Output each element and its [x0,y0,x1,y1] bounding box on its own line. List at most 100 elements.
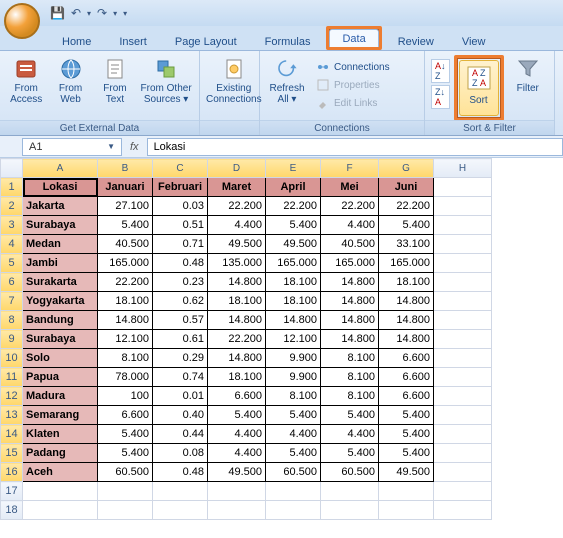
cell[interactable] [321,482,379,501]
cell[interactable]: 4.400 [321,425,379,444]
cell[interactable] [208,501,266,520]
cell[interactable] [434,178,492,197]
cell[interactable]: 0.44 [153,425,208,444]
cell[interactable]: 5.400 [266,216,321,235]
cell[interactable]: Juni [379,178,434,197]
cell[interactable] [266,482,321,501]
cell[interactable]: 14.800 [321,292,379,311]
cell[interactable]: 6.600 [379,368,434,387]
cell[interactable] [434,501,492,520]
cell[interactable]: 49.500 [208,235,266,254]
cell[interactable]: 22.200 [208,330,266,349]
cell[interactable]: 18.100 [379,273,434,292]
row-header[interactable]: 17 [1,482,23,501]
cell[interactable]: 8.100 [321,349,379,368]
cell[interactable] [98,501,153,520]
row-header[interactable]: 16 [1,463,23,482]
refresh-all-button[interactable]: Refresh All ▾ [266,55,308,107]
cell[interactable] [434,444,492,463]
qat-customize-icon[interactable]: ▾ [123,9,127,18]
row-header[interactable]: 5 [1,254,23,273]
cell[interactable]: 12.100 [98,330,153,349]
cell[interactable] [321,501,379,520]
cell[interactable] [153,482,208,501]
cell[interactable]: 14.800 [379,330,434,349]
row-header[interactable]: 2 [1,197,23,216]
cell[interactable] [434,482,492,501]
cell[interactable]: 165.000 [98,254,153,273]
cell[interactable]: 60.500 [321,463,379,482]
cell[interactable] [379,501,434,520]
sort-desc-button[interactable]: Z↓A [431,85,450,109]
cell[interactable]: 8.100 [321,368,379,387]
cell[interactable]: 14.800 [208,349,266,368]
cell[interactable]: 22.200 [208,197,266,216]
cell[interactable]: 5.400 [208,406,266,425]
cell[interactable]: 33.100 [379,235,434,254]
column-header[interactable]: H [434,159,492,178]
cell[interactable]: 14.800 [208,273,266,292]
column-header[interactable]: F [321,159,379,178]
undo-icon[interactable]: ↶ [71,6,81,20]
name-box[interactable]: A1 ▼ [22,138,122,156]
cell[interactable]: 40.500 [321,235,379,254]
cell[interactable]: 6.600 [98,406,153,425]
name-box-dropdown-icon[interactable]: ▼ [107,142,115,151]
cell[interactable]: 0.29 [153,349,208,368]
cell[interactable] [434,292,492,311]
cell[interactable]: Surakarta [23,273,98,292]
cell[interactable]: 14.800 [266,311,321,330]
column-header[interactable]: D [208,159,266,178]
row-header[interactable]: 7 [1,292,23,311]
cell[interactable] [153,501,208,520]
cell[interactable]: 78.000 [98,368,153,387]
cell[interactable]: Padang [23,444,98,463]
cell[interactable] [434,216,492,235]
cell[interactable]: 14.800 [321,330,379,349]
existing-connections-button[interactable]: Existing Connections [206,55,262,107]
cell[interactable]: Lokasi [23,178,98,197]
cell[interactable] [434,311,492,330]
cell[interactable]: 18.100 [266,292,321,311]
cell[interactable]: 49.500 [379,463,434,482]
cell[interactable]: Maret [208,178,266,197]
row-header[interactable]: 1 [1,178,23,197]
column-header[interactable]: C [153,159,208,178]
tab-formulas[interactable]: Formulas [253,33,323,50]
cell[interactable] [434,368,492,387]
cell[interactable]: 5.400 [321,444,379,463]
select-all-corner[interactable] [1,159,23,178]
cell[interactable]: 9.900 [266,368,321,387]
formula-input[interactable]: Lokasi [147,138,563,156]
cell[interactable]: 0.62 [153,292,208,311]
cell[interactable]: 4.400 [208,425,266,444]
cell[interactable]: Februari [153,178,208,197]
cell[interactable] [434,387,492,406]
cell[interactable]: Papua [23,368,98,387]
row-header[interactable]: 12 [1,387,23,406]
cell[interactable] [208,482,266,501]
cell[interactable]: 14.800 [321,273,379,292]
cell[interactable]: Surabaya [23,216,98,235]
cell[interactable]: 22.200 [266,197,321,216]
row-header[interactable]: 4 [1,235,23,254]
cell[interactable]: 165.000 [321,254,379,273]
cell[interactable]: 165.000 [266,254,321,273]
cell[interactable] [23,482,98,501]
cell[interactable] [434,425,492,444]
cell[interactable]: Mei [321,178,379,197]
cell[interactable]: 27.100 [98,197,153,216]
cell[interactable]: Surabaya [23,330,98,349]
cell[interactable]: 4.400 [208,444,266,463]
cell[interactable]: 0.57 [153,311,208,330]
row-header[interactable]: 18 [1,501,23,520]
cell[interactable]: 0.51 [153,216,208,235]
cell[interactable]: 0.01 [153,387,208,406]
cell[interactable]: 6.600 [379,387,434,406]
cell[interactable] [434,254,492,273]
cell[interactable]: 49.500 [266,235,321,254]
cell[interactable]: Jambi [23,254,98,273]
tab-review[interactable]: Review [386,33,446,50]
column-header[interactable]: E [266,159,321,178]
cell[interactable]: 18.100 [208,368,266,387]
